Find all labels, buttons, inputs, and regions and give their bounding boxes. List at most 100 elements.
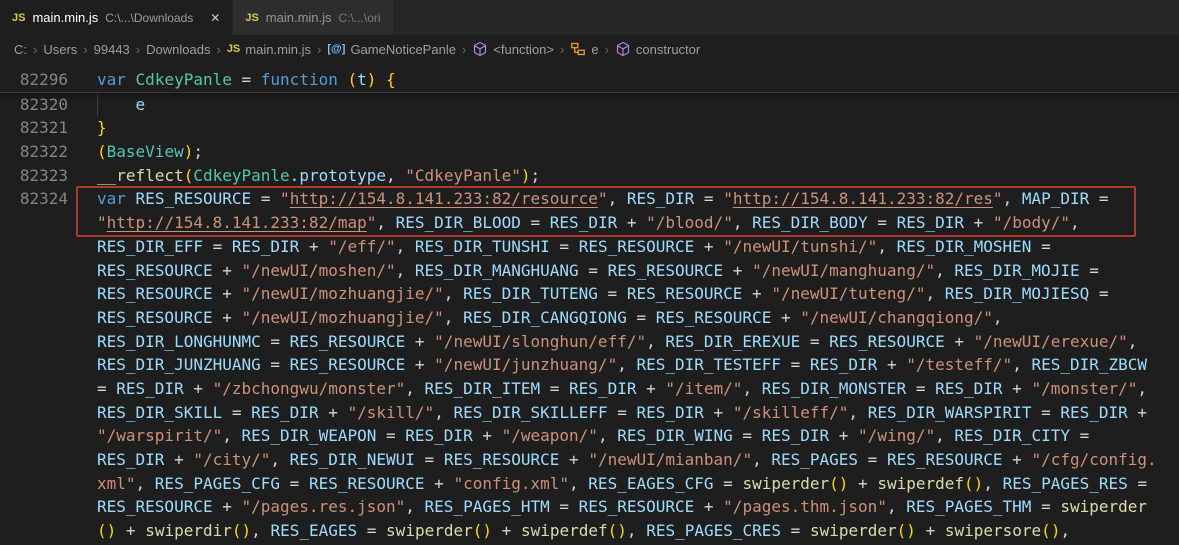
code-text[interactable]: "http://154.8.141.233:82/map", RES_DIR_B… <box>97 211 1179 235</box>
breadcrumb-item-1[interactable]: C: <box>14 42 27 57</box>
code-line: 82296var CdkeyPanle = function (t) { <box>0 68 1179 93</box>
breadcrumb-chevron-icon: › <box>216 42 220 57</box>
code-text[interactable]: RES_DIR_SKILL = RES_DIR + "/skill/", RES… <box>97 401 1179 425</box>
code-text[interactable]: (BaseView); <box>97 140 1179 164</box>
js-file-icon: JS <box>227 43 240 55</box>
line-number <box>0 306 97 330</box>
code-line: RES_DIR + "/city/", RES_DIR_NEWUI = RES_… <box>0 448 1179 472</box>
code-text[interactable]: RES_RESOURCE + "/pages.res.json", RES_PA… <box>97 495 1179 519</box>
line-number <box>0 377 97 401</box>
breadcrumb-chevron-icon: › <box>462 42 466 57</box>
code-editor[interactable]: 82296var CdkeyPanle = function (t) {8232… <box>0 63 1179 545</box>
breadcrumb-item-2[interactable]: Users <box>43 42 77 57</box>
code-line: RES_DIR_LONGHUNMC = RES_RESOURCE + "/new… <box>0 330 1179 354</box>
breadcrumb-item-9[interactable]: constructor <box>615 41 700 57</box>
breadcrumb-item-4[interactable]: Downloads <box>146 42 210 57</box>
breadcrumb-chevron-icon: › <box>136 42 140 57</box>
symbol-method-cube-icon <box>472 41 488 57</box>
breadcrumb-label: main.min.js <box>245 42 311 57</box>
line-number: 82296 <box>0 68 97 92</box>
tab-title: main.min.js <box>266 10 332 25</box>
code-line: 82322(BaseView); <box>0 140 1179 164</box>
code-line: 82324var RES_RESOURCE = "http://154.8.14… <box>0 187 1179 211</box>
breadcrumb-label: GameNoticePanle <box>350 42 456 57</box>
js-file-icon: JS <box>245 12 258 24</box>
breadcrumb-chevron-icon: › <box>33 42 37 57</box>
breadcrumb-label: e <box>591 42 598 57</box>
code-line: xml", RES_PAGES_CFG = RES_RESOURCE + "co… <box>0 472 1179 496</box>
code-text[interactable]: () + swiperdir(), RES_EAGES = swiperder(… <box>97 519 1179 543</box>
line-number <box>0 519 97 543</box>
line-number <box>0 235 97 259</box>
line-number <box>0 448 97 472</box>
editor-tab-2[interactable]: JS main.min.js C:\...\ori <box>233 0 393 35</box>
code-line: 82320 e <box>0 93 1179 117</box>
code-text[interactable]: xml", RES_PAGES_CFG = RES_RESOURCE + "co… <box>97 472 1179 496</box>
code-text[interactable]: RES_DIR_JUNZHUANG = RES_RESOURCE + "/new… <box>97 353 1179 377</box>
code-text[interactable]: } <box>97 116 1179 140</box>
code-line: RES_DIR_EFF = RES_DIR + "/eff/", RES_DIR… <box>0 235 1179 259</box>
code-text[interactable]: RES_RESOURCE + "/newUI/mozhuangjie/", RE… <box>97 282 1179 306</box>
line-number <box>0 211 97 235</box>
code-text[interactable]: __reflect(CdkeyPanle.prototype, "CdkeyPa… <box>97 164 1179 188</box>
code-line: () + swiperdir(), RES_EAGES = swiperder(… <box>0 519 1179 543</box>
breadcrumb-item-8[interactable]: e <box>570 41 598 57</box>
code-text[interactable]: e <box>97 93 1179 117</box>
code-text[interactable]: RES_DIR_EFF = RES_DIR + "/eff/", RES_DIR… <box>97 235 1179 259</box>
code-text[interactable]: RES_DIR_LONGHUNMC = RES_RESOURCE + "/new… <box>97 330 1179 354</box>
line-number: 82323 <box>0 164 97 188</box>
breadcrumb-item-5[interactable]: JS main.min.js <box>227 42 311 57</box>
line-number <box>0 472 97 496</box>
code-text[interactable]: "/warspirit/", RES_DIR_WEAPON = RES_DIR … <box>97 424 1179 448</box>
line-number <box>0 495 97 519</box>
code-text[interactable]: var RES_RESOURCE = "http://154.8.141.233… <box>97 187 1179 211</box>
symbol-class-icon <box>570 41 586 57</box>
breadcrumb-label: <function> <box>493 42 554 57</box>
breadcrumb-label: constructor <box>636 42 700 57</box>
breadcrumb-item-3[interactable]: 99443 <box>94 42 130 57</box>
line-number <box>0 259 97 283</box>
tab-description: C:\...\Downloads <box>105 11 193 25</box>
editor-tab-1[interactable]: JS main.min.js C:\...\Downloads ✕ <box>0 0 233 35</box>
code-text[interactable]: RES_DIR + "/city/", RES_DIR_NEWUI = RES_… <box>97 448 1179 472</box>
line-number: 82322 <box>0 140 97 164</box>
breadcrumb-label: Downloads <box>146 42 210 57</box>
breadcrumb-chevron-icon: › <box>317 42 321 57</box>
breadcrumb-chevron-icon: › <box>605 42 609 57</box>
breadcrumb-chevron-icon: › <box>560 42 564 57</box>
code-text[interactable]: RES_RESOURCE + "/newUI/moshen/", RES_DIR… <box>97 259 1179 283</box>
tab-description: C:\...\ori <box>339 11 381 25</box>
indent-guide <box>97 93 98 117</box>
tab-close-icon[interactable]: ✕ <box>210 12 220 24</box>
code-text[interactable]: = RES_DIR + "/zbchongwu/monster", RES_DI… <box>97 377 1179 401</box>
line-number: 82321 <box>0 116 97 140</box>
breadcrumb: C: › Users › 99443 › Downloads › JS main.min.js › [… <box>0 35 1179 63</box>
js-file-icon: JS <box>12 12 25 24</box>
breadcrumb-label: 99443 <box>94 42 130 57</box>
breadcrumb-label: Users <box>43 42 77 57</box>
line-number <box>0 282 97 306</box>
line-number: 82324 <box>0 187 97 211</box>
code-line: "http://154.8.141.233:82/map", RES_DIR_B… <box>0 211 1179 235</box>
line-number <box>0 424 97 448</box>
breadcrumb-item-7[interactable]: <function> <box>472 41 554 57</box>
code-line: RES_DIR_JUNZHUANG = RES_RESOURCE + "/new… <box>0 353 1179 377</box>
breadcrumb-chevron-icon: › <box>83 42 87 57</box>
tab-bar: JS main.min.js C:\...\Downloads ✕ JS main.min… <box>0 0 1179 35</box>
code-line: RES_RESOURCE + "/newUI/moshen/", RES_DIR… <box>0 259 1179 283</box>
code-text[interactable]: RES_RESOURCE + "/newUI/mozhuangjie/", RE… <box>97 306 1179 330</box>
code-line: 82323__reflect(CdkeyPanle.prototype, "Cd… <box>0 164 1179 188</box>
code-line: 82321} <box>0 116 1179 140</box>
code-line: RES_RESOURCE + "/newUI/mozhuangjie/", RE… <box>0 306 1179 330</box>
code-line: RES_DIR_SKILL = RES_DIR + "/skill/", RES… <box>0 401 1179 425</box>
line-number <box>0 401 97 425</box>
code-line: RES_RESOURCE + "/pages.res.json", RES_PA… <box>0 495 1179 519</box>
code-text[interactable]: var CdkeyPanle = function (t) { <box>97 68 1179 92</box>
symbol-method-cube-icon <box>615 41 631 57</box>
code-line: = RES_DIR + "/zbchongwu/monster", RES_DI… <box>0 377 1179 401</box>
tab-title: main.min.js <box>32 10 98 25</box>
line-number <box>0 330 97 354</box>
line-number <box>0 353 97 377</box>
breadcrumb-item-6[interactable]: [@]GameNoticePanle <box>327 42 456 57</box>
line-number: 82320 <box>0 93 97 117</box>
